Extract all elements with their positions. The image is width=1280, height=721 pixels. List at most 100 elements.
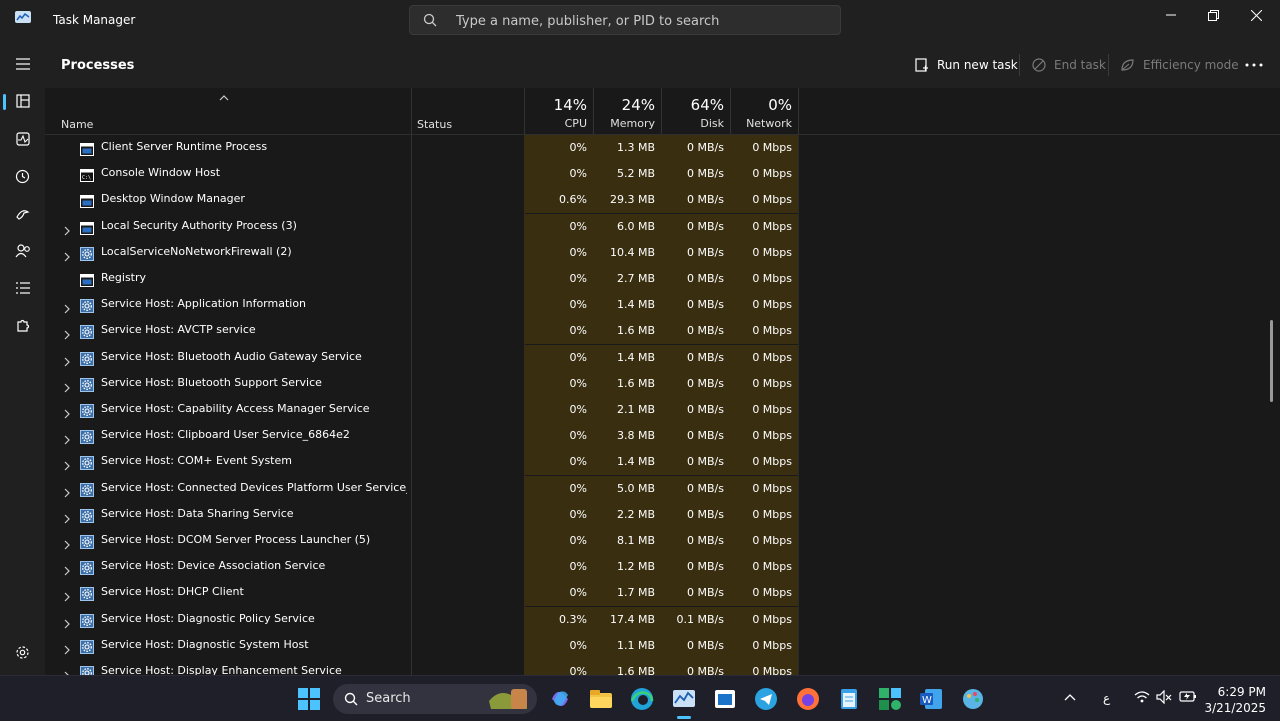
more-options-button[interactable] <box>1245 55 1263 75</box>
memory-value: 29.3 MB <box>593 187 661 213</box>
nav-startup-apps[interactable] <box>0 198 45 230</box>
minimize-button[interactable] <box>1149 0 1193 30</box>
service-gear-icon <box>80 246 94 261</box>
cpu-value: 0% <box>524 633 593 659</box>
main-panel: Processes Run new task End task Efficien… <box>45 42 1280 675</box>
telegram-icon[interactable] <box>754 687 778 711</box>
expand-chevron-icon[interactable] <box>63 561 71 580</box>
scrollbar-thumb[interactable] <box>1270 320 1273 402</box>
column-cpu[interactable]: 14% CPU <box>524 88 593 134</box>
wifi-icon[interactable] <box>1134 690 1150 706</box>
restore-button[interactable] <box>1191 0 1235 30</box>
expand-chevron-icon[interactable] <box>63 640 71 659</box>
process-row[interactable]: Service Host: DHCP Client 0% 1.7 MB 0 MB/s 0… <box>45 580 798 606</box>
column-divider <box>798 88 799 134</box>
process-row[interactable]: Service Host: Diagnostic System Host 0% 1.… <box>45 633 798 659</box>
memory-value: 8.1 MB <box>593 528 661 554</box>
process-row[interactable]: Service Host: Bluetooth Audio Gateway Se… <box>45 345 798 371</box>
taskbar-search[interactable]: Search <box>333 684 537 714</box>
copilot-icon[interactable] <box>548 687 572 711</box>
svg-text:C:\: C:\ <box>82 175 91 181</box>
process-row[interactable]: Registry 0% 2.7 MB 0 MB/s 0 Mbps <box>45 266 798 292</box>
process-row[interactable]: Service Host: Device Association Service… <box>45 554 798 580</box>
run-new-task-button[interactable]: Run new task <box>915 55 1018 75</box>
process-row[interactable]: Service Host: DCOM Server Process Launch… <box>45 528 798 554</box>
battery-charging-icon[interactable] <box>1179 690 1197 706</box>
nav-processes[interactable] <box>0 85 45 117</box>
process-row[interactable]: Service Host: Bluetooth Support Service 0… <box>45 371 798 397</box>
sort-ascending-icon[interactable] <box>219 95 229 101</box>
column-memory[interactable]: 24% Memory <box>593 88 661 134</box>
expand-chevron-icon[interactable] <box>63 666 71 675</box>
column-disk[interactable]: 64% Disk <box>661 88 730 134</box>
word-icon[interactable]: W <box>919 687 943 711</box>
cpu-total: 14% <box>553 96 587 114</box>
column-name[interactable]: Name <box>61 118 93 131</box>
expand-chevron-icon[interactable] <box>63 352 71 371</box>
process-row[interactable]: Service Host: Clipboard User Service_686… <box>45 423 798 449</box>
process-row[interactable]: Service Host: Display Enhancement Servic… <box>45 659 798 675</box>
expand-chevron-icon[interactable] <box>63 404 71 423</box>
column-network[interactable]: 0% Network <box>730 88 798 134</box>
nav-users[interactable] <box>0 235 45 267</box>
process-row[interactable]: Service Host: COM+ Event System 0% 1.4 MB 0… <box>45 449 798 475</box>
hamburger-menu-button[interactable] <box>0 48 45 80</box>
show-hidden-icons-button[interactable] <box>1064 690 1076 704</box>
disk-value: 0 MB/s <box>661 423 730 449</box>
task-manager-taskbar-icon[interactable] <box>672 687 696 711</box>
edge-browser-icon[interactable] <box>630 687 654 711</box>
expand-chevron-icon[interactable] <box>63 247 71 266</box>
nav-performance[interactable] <box>0 123 45 155</box>
paint-icon[interactable] <box>961 687 985 711</box>
column-status[interactable]: Status <box>417 118 452 131</box>
end-task-button[interactable]: End task <box>1032 55 1106 75</box>
start-button[interactable] <box>297 687 321 711</box>
process-row[interactable]: Local Security Authority Process (3) 0% 6.… <box>45 214 798 240</box>
expand-chevron-icon[interactable] <box>63 535 71 554</box>
nav-services[interactable] <box>0 310 45 342</box>
search-input[interactable] <box>454 11 828 31</box>
disk-value: 0 MB/s <box>661 371 730 397</box>
efficiency-mode-button[interactable]: Efficiency mode <box>1120 55 1239 75</box>
expand-chevron-icon[interactable] <box>63 483 71 502</box>
firefox-icon[interactable] <box>796 687 820 711</box>
volume-muted-icon[interactable] <box>1156 689 1172 707</box>
file-explorer-icon[interactable] <box>589 687 613 711</box>
store-icon[interactable] <box>713 687 737 711</box>
process-row[interactable]: Service Host: Diagnostic Policy Service 0… <box>45 607 798 633</box>
search-box[interactable] <box>409 5 841 35</box>
expand-chevron-icon[interactable] <box>63 221 71 240</box>
process-name: Service Host: Diagnostic System Host <box>101 638 309 651</box>
expand-chevron-icon[interactable] <box>63 509 71 528</box>
nav-app-history[interactable] <box>0 160 45 192</box>
system-clock[interactable]: 6:29 PM 3/21/2025 <box>1204 684 1266 716</box>
process-row[interactable]: C:\ Console Window Host 0% 5.2 MB 0 MB/s 0 Mb… <box>45 161 798 187</box>
nav-details[interactable] <box>0 272 45 304</box>
expand-chevron-icon[interactable] <box>63 456 71 475</box>
expand-chevron-icon[interactable] <box>63 614 71 633</box>
process-row[interactable]: Client Server Runtime Process 0% 1.3 MB 0 M… <box>45 135 798 161</box>
process-row[interactable]: Service Host: Data Sharing Service 0% 2.2 … <box>45 502 798 528</box>
close-button[interactable] <box>1234 0 1278 30</box>
memory-value: 1.6 MB <box>593 318 661 344</box>
notepad-icon[interactable] <box>837 687 861 711</box>
nav-settings[interactable] <box>0 636 45 668</box>
expand-chevron-icon[interactable] <box>63 430 71 449</box>
process-row[interactable]: Service Host: Application Information 0% 1… <box>45 292 798 318</box>
memory-value: 2.7 MB <box>593 266 661 292</box>
process-row[interactable]: Service Host: Connected Devices Platform… <box>45 476 798 502</box>
process-row[interactable]: Desktop Window Manager 0.6% 29.3 MB 0 MB/s 0… <box>45 187 798 213</box>
disk-value: 0 MB/s <box>661 161 730 187</box>
expand-chevron-icon[interactable] <box>63 378 71 397</box>
input-language-indicator[interactable]: ع <box>1103 691 1110 705</box>
process-row[interactable]: Service Host: AVCTP service 0% 1.6 MB 0 MB/… <box>45 318 798 344</box>
expand-chevron-icon[interactable] <box>63 587 71 606</box>
expand-chevron-icon[interactable] <box>63 325 71 344</box>
process-row[interactable]: LocalServiceNoNetworkFirewall (2) 0% 10.4 … <box>45 240 798 266</box>
excel-like-app-icon[interactable] <box>878 687 902 711</box>
process-row[interactable]: Service Host: Capability Access Manager … <box>45 397 798 423</box>
expand-chevron-icon[interactable] <box>63 299 71 318</box>
disk-value: 0 MB/s <box>661 554 730 580</box>
cpu-value: 0% <box>524 397 593 423</box>
task-manager-app-icon <box>15 11 31 23</box>
